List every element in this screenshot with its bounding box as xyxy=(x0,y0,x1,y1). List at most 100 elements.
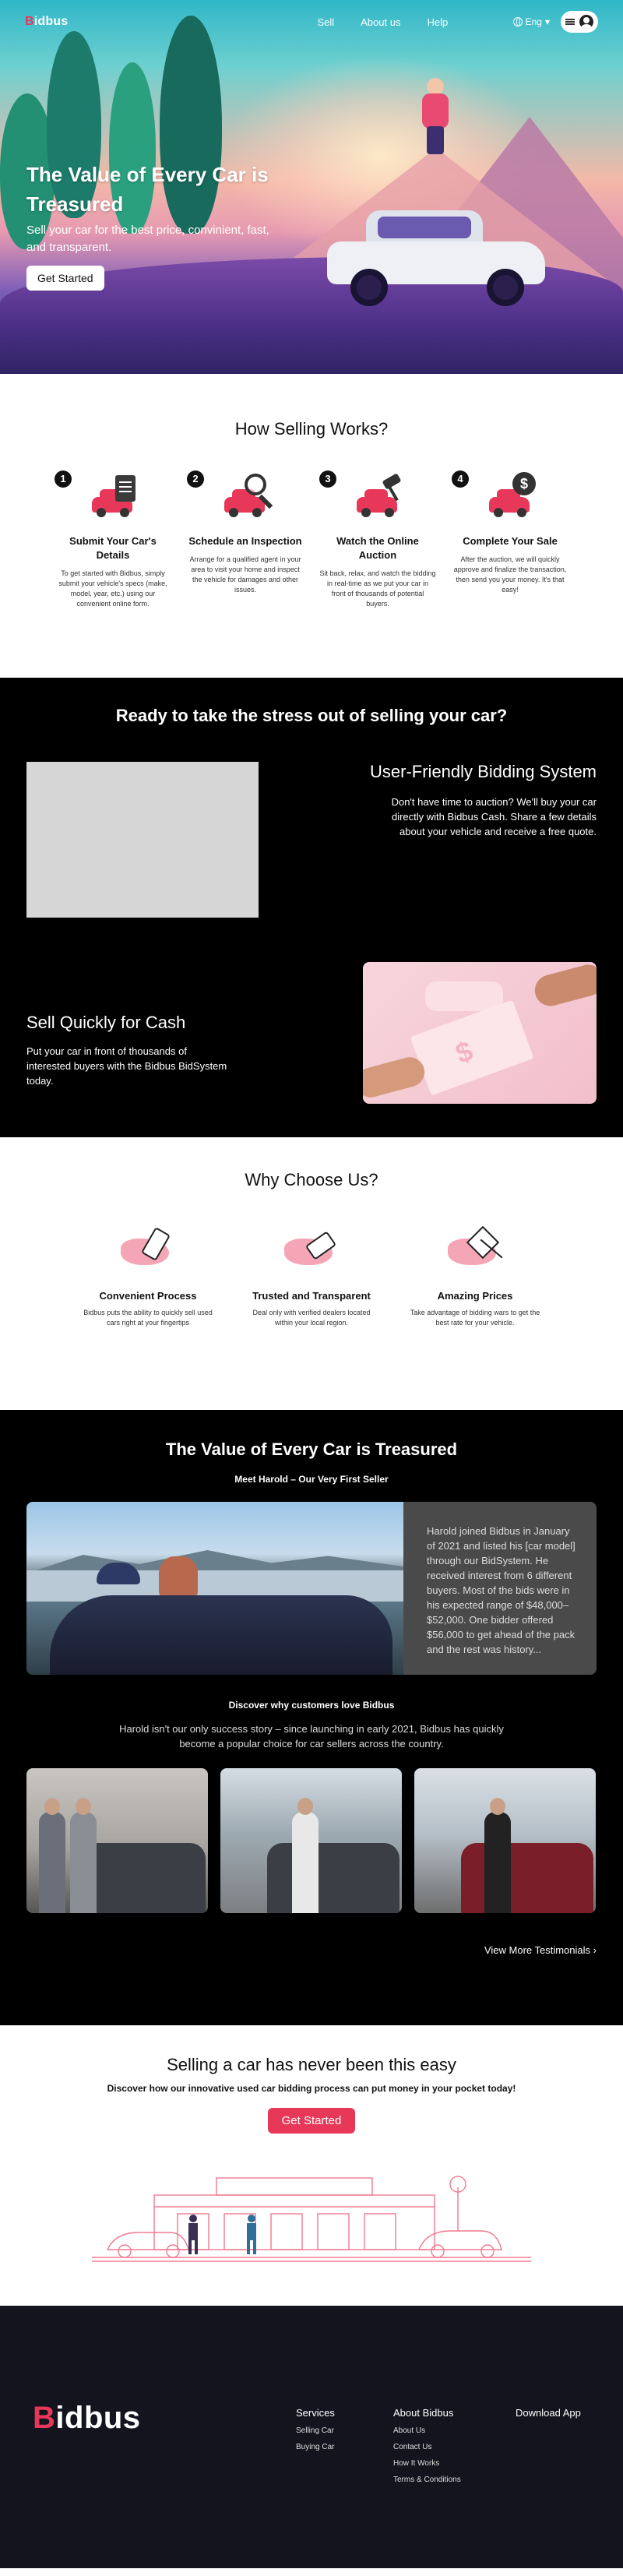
magnifier-car-icon xyxy=(210,470,280,525)
steps-list: 1 Submit Your Car's Details To get start… xyxy=(0,470,623,609)
section-title: How Selling Works? xyxy=(234,419,389,439)
footer-heading: About Bidbus xyxy=(393,2407,454,2419)
step-number: 3 xyxy=(319,470,336,488)
discover-text: Harold isn't our only success story – si… xyxy=(119,1723,504,1750)
clipboard-car-icon xyxy=(78,470,148,525)
step-title: Watch the Online Auction xyxy=(336,535,419,561)
section-title: The Value of Every Car is Treasured xyxy=(165,1440,458,1459)
language-label: Eng xyxy=(525,16,542,27)
menu-icon xyxy=(565,19,575,25)
customer-photo[interactable] xyxy=(26,1768,208,1913)
cta-title: Selling a car has never been this easy xyxy=(167,2055,456,2074)
feature-title: Trusted and Transparent xyxy=(252,1290,371,1302)
get-started-button[interactable]: Get Started xyxy=(267,2108,356,2134)
hero-text: The Value of Every Car is Treasured Sell… xyxy=(26,160,307,291)
customer-photos xyxy=(26,1768,596,1913)
price-tag-icon xyxy=(440,1225,510,1279)
feature-item: Trusted and Transparent Deal only with v… xyxy=(245,1225,378,1328)
hero-section: Bidbus Sell About us Help Eng ▾ The Valu… xyxy=(0,0,623,374)
nav-link-help[interactable]: Help xyxy=(427,16,448,28)
cash-handover-image: $ xyxy=(363,962,597,1104)
footer-heading: Services xyxy=(296,2407,335,2419)
why-choose-us-section: Why Choose Us? Convenient Process Bidbus… xyxy=(0,1137,623,1410)
step-text: After the auction, we will quickly appro… xyxy=(453,555,567,594)
cash-text: Put your car in front of thousands of in… xyxy=(26,1045,227,1087)
harold-story-card: Harold joined Bidbus in January of 2021 … xyxy=(26,1502,597,1675)
image-placeholder xyxy=(26,762,259,918)
bidding-section: Ready to take the stress out of selling … xyxy=(0,678,623,1137)
step-item: 2 Schedule an Inspection Arrange for a q… xyxy=(187,470,304,609)
feature-title: Convenient Process xyxy=(99,1290,197,1302)
footer-link-contact-us[interactable]: Contact Us xyxy=(393,2443,461,2451)
chevron-right-icon: › xyxy=(593,1944,597,1956)
ubs-text: Don't have time to auction? We'll buy yo… xyxy=(391,796,597,837)
step-number: 4 xyxy=(452,470,469,488)
step-item: 1 Submit Your Car's Details To get start… xyxy=(55,470,171,609)
footer-heading[interactable]: Download App xyxy=(516,2407,581,2419)
ubs-title: User-Friendly Bidding System xyxy=(370,762,597,781)
nav-links: Sell About us Help xyxy=(317,16,448,28)
cta-subtitle: Discover how our innovative used car bid… xyxy=(107,2083,516,2094)
dollar-car-icon: $ xyxy=(475,470,545,525)
get-started-button[interactable]: Get Started xyxy=(26,266,104,291)
footer-link-selling-car[interactable]: Selling Car xyxy=(296,2426,335,2435)
footer-link-buying-car[interactable]: Buying Car xyxy=(296,2443,335,2451)
sell-quickly-cash: Sell Quickly for Cash Put your car in fr… xyxy=(26,1013,229,1088)
footer-link-about-us[interactable]: About Us xyxy=(393,2426,461,2435)
cash-title: Sell Quickly for Cash xyxy=(26,1013,186,1032)
cta-section: Selling a car has never been this easy D… xyxy=(0,2025,623,2306)
feature-text: Take advantage of bidding wars to get th… xyxy=(410,1309,540,1327)
harold-photo xyxy=(26,1502,403,1675)
step-title: Schedule an Inspection xyxy=(188,535,302,547)
footer-link-terms[interactable]: Terms & Conditions xyxy=(393,2476,461,2484)
feature-text: Bidbus puts the ability to quickly sell … xyxy=(83,1309,213,1327)
feature-item: Amazing Prices Take advantage of bidding… xyxy=(409,1225,541,1328)
hero-subtitle: Sell your car for the best price, convin… xyxy=(26,224,269,254)
chevron-down-icon: ▾ xyxy=(544,16,550,27)
feature-text: Deal only with verified dealers located … xyxy=(252,1309,371,1327)
footer-logo[interactable]: Bidbus xyxy=(33,2401,141,2436)
step-title: Submit Your Car's Details xyxy=(69,535,157,561)
handshake-icon xyxy=(276,1225,347,1279)
gavel-car-icon xyxy=(343,470,413,525)
view-more-testimonials-link[interactable]: View More Testimonials › xyxy=(484,1944,597,1956)
step-number: 1 xyxy=(55,470,72,488)
footer-column-about: About Bidbus About Us Contact Us How It … xyxy=(393,2407,461,2492)
customer-photo[interactable] xyxy=(220,1768,402,1913)
features-list: Convenient Process Bidbus puts the abili… xyxy=(0,1225,623,1328)
section-title: Ready to take the stress out of selling … xyxy=(115,706,508,725)
user-friendly-bidding: User-Friendly Bidding System Don't have … xyxy=(332,762,597,839)
hero-title: The Value of Every Car is Treasured xyxy=(26,163,269,216)
nav-link-about[interactable]: About us xyxy=(361,16,400,28)
step-text: Arrange for a qualified agent in your ar… xyxy=(189,555,301,594)
globe-icon xyxy=(512,17,523,26)
customer-photo[interactable] xyxy=(414,1768,596,1913)
dealership-illustration xyxy=(92,2176,531,2262)
top-nav: Bidbus Sell About us Help Eng ▾ xyxy=(0,0,623,44)
user-menu-button[interactable] xyxy=(561,11,598,33)
step-number: 2 xyxy=(187,470,204,488)
user-avatar-icon xyxy=(579,15,593,29)
testimonials-section: The Value of Every Car is Treasured Meet… xyxy=(0,1410,623,2025)
feature-title: Amazing Prices xyxy=(437,1290,513,1302)
hero-illustration-person xyxy=(421,78,449,154)
footer-column-services: Services Selling Car Buying Car xyxy=(296,2407,335,2459)
discover-heading: Discover why customers love Bidbus xyxy=(228,1700,395,1711)
step-title: Complete Your Sale xyxy=(463,535,558,547)
harold-story-text: Harold joined Bidbus in January of 2021 … xyxy=(403,1502,597,1675)
nav-link-sell[interactable]: Sell xyxy=(317,16,334,28)
meet-harold-heading: Meet Harold – Our Very First Seller xyxy=(234,1474,389,1485)
feature-item: Convenient Process Bidbus puts the abili… xyxy=(82,1225,214,1328)
footer-link-how-it-works[interactable]: How It Works xyxy=(393,2459,461,2468)
footer: Bidbus Services Selling Car Buying Car A… xyxy=(0,2306,623,2568)
language-selector[interactable]: Eng ▾ xyxy=(512,16,550,27)
hero-illustration-car xyxy=(327,210,545,306)
how-selling-works-section: How Selling Works? 1 Submit Your Car's D… xyxy=(0,374,623,678)
phone-hand-icon xyxy=(113,1225,183,1279)
footer-column-download: Download App xyxy=(516,2407,581,2426)
section-title: Why Choose Us? xyxy=(245,1170,378,1189)
step-text: To get started with Bidbus, simply submi… xyxy=(58,569,167,608)
step-text: Sit back, relax, and watch the bidding i… xyxy=(319,569,436,608)
step-item: 3 Watch the Online Auction Sit back, rel… xyxy=(319,470,436,609)
logo[interactable]: Bidbus xyxy=(25,15,68,29)
